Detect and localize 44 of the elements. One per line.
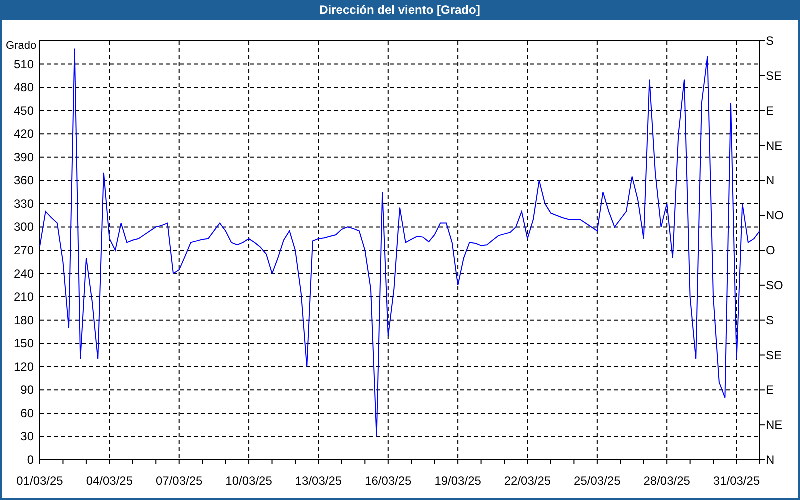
y-axis-label: 240 bbox=[14, 266, 34, 281]
compass-label: SE bbox=[766, 348, 782, 362]
compass-label: S bbox=[766, 34, 774, 48]
y-axis-label: 360 bbox=[14, 174, 34, 188]
compass-label: SE bbox=[766, 68, 782, 83]
compass-label: NE bbox=[766, 138, 783, 153]
y-axis-label: 270 bbox=[14, 244, 34, 258]
x-axis-label: 10/03/25 bbox=[226, 474, 272, 488]
y-axis-label: 0 bbox=[27, 453, 34, 467]
y-axis-title: Grado bbox=[6, 40, 37, 52]
x-axis-label: 13/03/25 bbox=[295, 474, 342, 488]
compass-label: E bbox=[766, 104, 774, 118]
y-axis-label: 180 bbox=[14, 313, 34, 328]
x-axis-label: 07/03/25 bbox=[156, 474, 203, 488]
y-axis-label: 420 bbox=[14, 127, 34, 142]
x-axis-label: 04/03/25 bbox=[86, 474, 134, 488]
y-axis-label: 480 bbox=[14, 80, 34, 95]
y-axis-label: 210 bbox=[14, 290, 34, 304]
y-axis-label: 390 bbox=[14, 150, 34, 164]
x-axis-label: 19/03/25 bbox=[434, 474, 482, 488]
compass-label: SO bbox=[766, 278, 784, 292]
y-axis-label: 150 bbox=[14, 336, 34, 351]
compass-label: N bbox=[766, 174, 775, 188]
y-axis-label: 450 bbox=[14, 104, 34, 118]
compass-label: E bbox=[766, 383, 774, 398]
compass-label: NE bbox=[766, 418, 783, 432]
y-axis-label: 300 bbox=[14, 220, 34, 234]
y-axis-label: 330 bbox=[14, 196, 34, 211]
compass-label: O bbox=[766, 244, 776, 258]
compass-label: S bbox=[766, 313, 774, 328]
window-title: Dirección del viento [Grado] bbox=[320, 2, 480, 19]
x-axis-label: 31/03/25 bbox=[713, 474, 760, 488]
x-axis-label: 01/03/25 bbox=[16, 474, 64, 488]
compass-label: NO bbox=[766, 208, 784, 223]
compass-label: N bbox=[766, 453, 775, 467]
x-axis-label: 22/03/25 bbox=[504, 474, 552, 488]
y-axis-label: 510 bbox=[14, 57, 34, 72]
y-axis-label: 30 bbox=[20, 430, 34, 444]
x-axis-label: 25/03/25 bbox=[574, 474, 621, 488]
x-axis-label: 28/03/25 bbox=[644, 474, 690, 488]
x-axis-label: 16/03/25 bbox=[365, 474, 412, 488]
y-axis-label: 60 bbox=[20, 406, 34, 420]
y-axis-label: 90 bbox=[20, 383, 34, 398]
y-axis-label: 120 bbox=[14, 360, 34, 374]
